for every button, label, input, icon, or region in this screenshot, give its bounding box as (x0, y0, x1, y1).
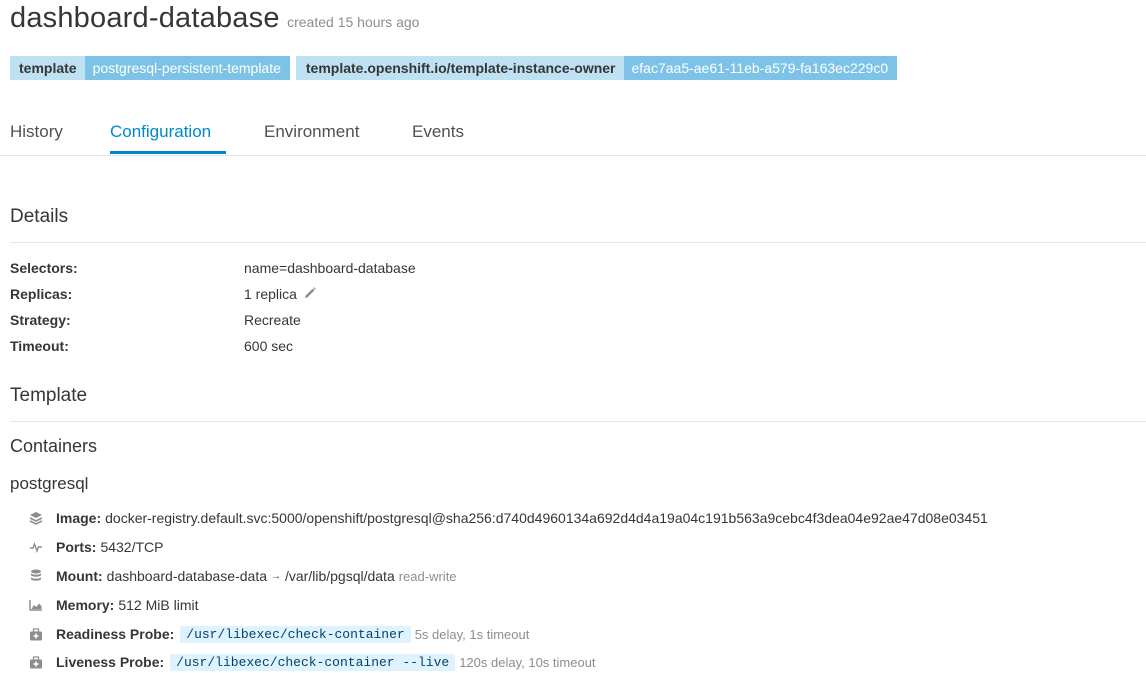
readiness-row: Readiness Probe: /usr/libexec/check-cont… (28, 624, 529, 644)
memory-label: Memory: (56, 597, 115, 613)
strategy-value: Recreate (244, 312, 301, 328)
ports-value: 5432/TCP (100, 539, 164, 555)
label-value[interactable]: postgresql-persistent-template (84, 56, 290, 80)
area-chart-icon (28, 597, 44, 613)
medkit-icon (28, 626, 44, 642)
page-title: dashboard-database (10, 2, 280, 34)
label-key[interactable]: template.openshift.io/template-instance-… (295, 56, 624, 80)
readiness-label: Readiness Probe: (56, 626, 175, 642)
tab-history[interactable]: History (10, 122, 63, 142)
replicas-value-group: 1 replica (244, 286, 317, 302)
details-heading: Details (10, 206, 69, 227)
label-template[interactable]: template postgresql-persistent-template (10, 56, 290, 80)
divider (10, 421, 1146, 422)
created-timestamp: created 15 hours ago (287, 14, 420, 30)
mount-label: Mount: (56, 568, 103, 584)
image-label: Image: (56, 510, 102, 526)
tab-environment[interactable]: Environment (264, 122, 359, 142)
mount-source: dashboard-database-data (106, 568, 267, 584)
divider (10, 242, 1146, 243)
timeout-label: Timeout: (10, 338, 69, 354)
liveness-timing: 120s delay, 10s timeout (459, 654, 596, 670)
mount-mode: read-write (398, 568, 457, 584)
database-icon (28, 568, 44, 584)
readiness-timing: 5s delay, 1s timeout (414, 626, 530, 642)
tab-bar: History Configuration Environment Events (0, 108, 1146, 156)
tab-configuration[interactable]: Configuration (110, 122, 211, 142)
memory-row: Memory: 512 MiB limit (28, 595, 199, 615)
ports-row: Ports: 5432/TCP (28, 537, 164, 557)
mount-path: /var/lib/pgsql/data (285, 568, 395, 584)
image-row: Image: docker-registry.default.svc:5000/… (28, 508, 988, 528)
labels-row: template postgresql-persistent-template … (10, 56, 898, 80)
liveness-row: Liveness Probe: /usr/libexec/check-conta… (28, 652, 596, 672)
arrow-icon: → (271, 570, 281, 582)
pencil-icon[interactable] (303, 286, 317, 300)
template-heading: Template (10, 385, 88, 406)
label-template-instance-owner[interactable]: template.openshift.io/template-instance-… (295, 56, 898, 80)
medkit-icon (28, 654, 44, 670)
selectors-value: name=dashboard-database (244, 260, 416, 276)
container-name: postgresql (10, 474, 89, 493)
page-header: dashboard-database created 15 hours ago (10, 2, 419, 35)
label-key[interactable]: template (10, 56, 85, 80)
image-value: docker-registry.default.svc:5000/openshi… (105, 510, 988, 526)
mount-row: Mount: dashboard-database-data → /var/li… (28, 566, 457, 586)
ports-label: Ports: (56, 539, 97, 555)
pulse-icon (28, 539, 44, 555)
timeout-value: 600 sec (244, 338, 294, 354)
readiness-command: /usr/libexec/check-container (180, 625, 411, 643)
liveness-label: Liveness Probe: (56, 654, 165, 670)
strategy-label: Strategy: (10, 312, 71, 328)
layers-icon (28, 510, 44, 526)
containers-heading: Containers (10, 436, 98, 456)
liveness-command: /usr/libexec/check-container --live (170, 653, 456, 671)
tab-events[interactable]: Events (412, 122, 464, 142)
selectors-label: Selectors: (10, 260, 78, 276)
label-value[interactable]: efac7aa5-ae61-11eb-a579-fa163ec229c0 (623, 56, 898, 80)
memory-value: 512 MiB limit (118, 597, 199, 613)
replicas-value: 1 replica (244, 286, 297, 302)
active-tab-indicator (110, 151, 226, 154)
replicas-label: Replicas: (10, 286, 73, 302)
